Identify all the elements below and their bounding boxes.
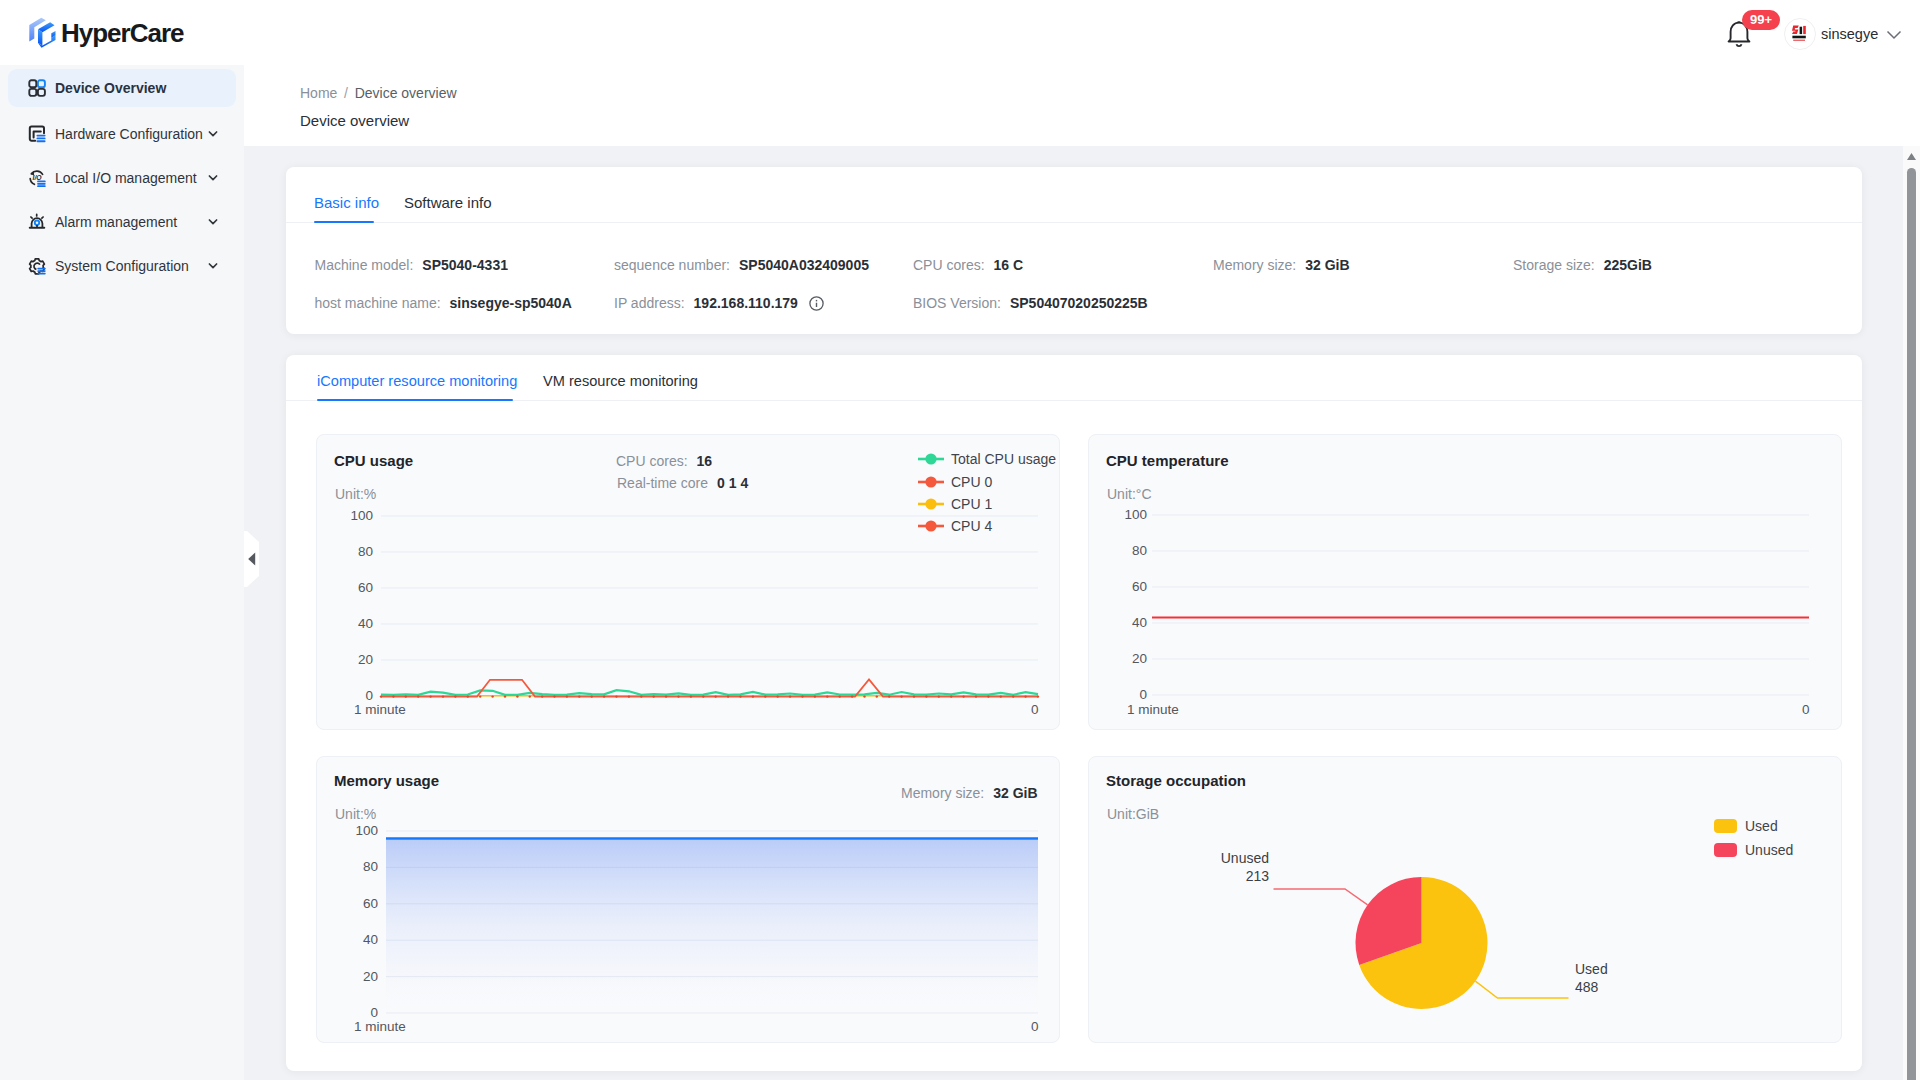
svg-text:I/O: I/O xyxy=(33,174,43,181)
